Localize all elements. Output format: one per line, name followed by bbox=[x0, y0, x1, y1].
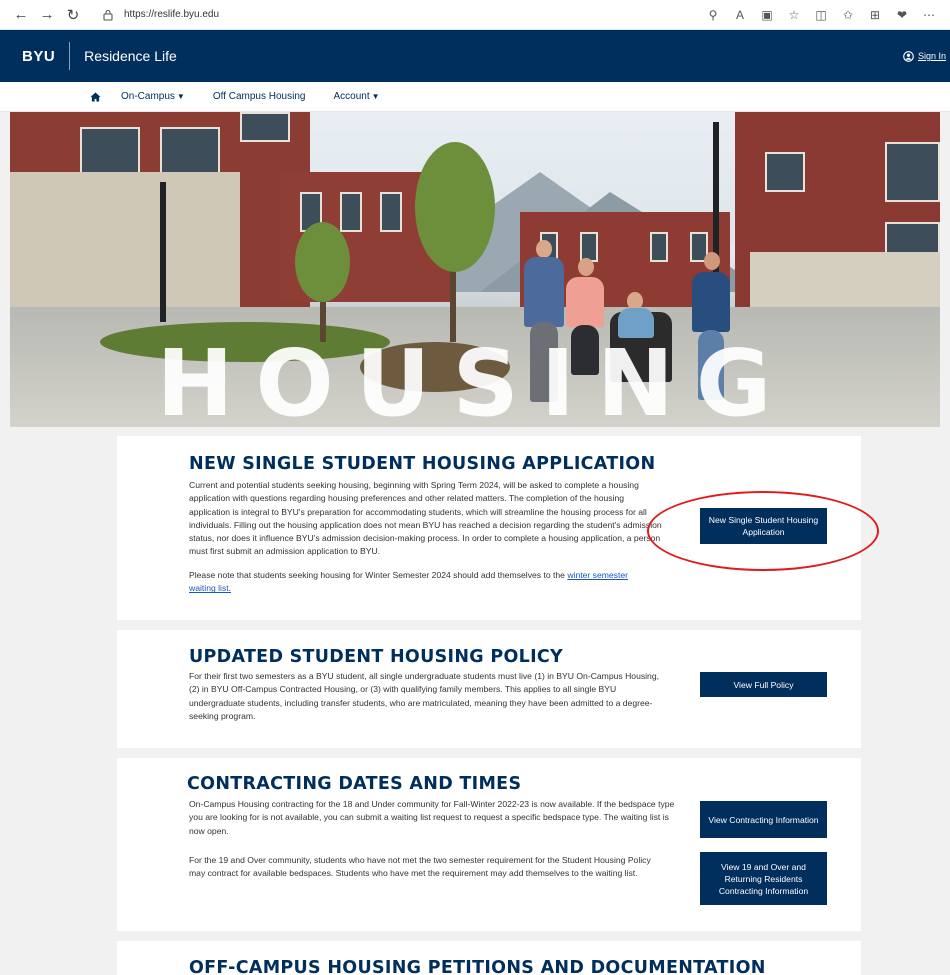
favorite-star-icon[interactable]: ☆ bbox=[783, 4, 805, 26]
hero-person bbox=[524, 257, 564, 327]
hero-person-head bbox=[578, 258, 594, 276]
extension-icon[interactable]: ❤ bbox=[891, 4, 913, 26]
housing-policy-card: UPDATED STUDENT HOUSING POLICY For their… bbox=[117, 630, 861, 748]
address-bar[interactable]: https://reslife.byu.edu bbox=[102, 4, 219, 26]
nav-label: Off Campus Housing bbox=[212, 91, 306, 102]
section-title: OFF-CAMPUS HOUSING PETITIONS AND DOCUMEN… bbox=[189, 958, 766, 975]
hero-person bbox=[566, 277, 604, 327]
split-screen-icon[interactable]: ◫ bbox=[810, 4, 832, 26]
hero-lamp-post bbox=[160, 182, 166, 322]
nav-item-on-campus[interactable]: On-Campus ▼ bbox=[121, 91, 185, 102]
hero-housing-word: HOUSING bbox=[156, 330, 794, 427]
contracting-card: CONTRACTING DATES AND TIMES On-Campus Ho… bbox=[117, 758, 861, 931]
hero-window bbox=[240, 112, 290, 142]
view-19-and-over-contracting-button[interactable]: View 19 and Over and Returning Residents… bbox=[700, 852, 827, 905]
favorites-list-icon[interactable]: ✩ bbox=[837, 4, 859, 26]
refresh-icon[interactable]: ↻ bbox=[62, 4, 84, 26]
hero-window bbox=[80, 127, 140, 177]
hero-person bbox=[692, 272, 730, 332]
main-content: NEW SINGLE STUDENT HOUSING APPLICATION C… bbox=[0, 427, 950, 975]
caret-down-icon: ▼ bbox=[371, 92, 380, 101]
hero-window bbox=[885, 142, 940, 202]
hero-window bbox=[650, 232, 668, 262]
hero-stone-base bbox=[10, 172, 240, 322]
browser-toolbar: ← → ↻ https://reslife.byu.edu ⚲ A ▣ ☆ ◫ … bbox=[0, 0, 950, 30]
section-title: CONTRACTING DATES AND TIMES bbox=[187, 774, 522, 794]
section-title: UPDATED STUDENT HOUSING POLICY bbox=[189, 647, 563, 667]
view-full-policy-button[interactable]: View Full Policy bbox=[700, 672, 827, 697]
nav-label: Account bbox=[333, 91, 370, 102]
sign-in-label: Sign In bbox=[917, 51, 946, 61]
nav-label: On-Campus bbox=[121, 91, 175, 102]
hero-window bbox=[340, 192, 362, 232]
back-arrow-icon[interactable]: ← bbox=[10, 4, 32, 26]
app-icon[interactable]: ▣ bbox=[756, 4, 778, 26]
forward-arrow-icon[interactable]: → bbox=[36, 4, 58, 26]
section-paragraph: For their first two semesters as a BYU s… bbox=[189, 671, 659, 721]
section-paragraph: For the 19 and Over community, students … bbox=[189, 855, 651, 879]
home-icon[interactable] bbox=[90, 91, 101, 102]
section-paragraph: Please note that students seeking housin… bbox=[189, 569, 644, 596]
user-circle-icon bbox=[903, 50, 914, 62]
hero-person-head bbox=[704, 252, 720, 270]
nav-item-account[interactable]: Account ▼ bbox=[333, 91, 379, 102]
hero-window bbox=[160, 127, 220, 177]
more-menu-icon[interactable]: ⋯ bbox=[918, 4, 940, 26]
red-annotation-circle bbox=[647, 491, 879, 571]
petitions-card: OFF-CAMPUS HOUSING PETITIONS AND DOCUMEN… bbox=[117, 941, 861, 975]
hero-window bbox=[380, 192, 402, 232]
read-aloud-icon[interactable]: A bbox=[729, 4, 751, 26]
section-paragraph: Current and potential students seeking h… bbox=[189, 480, 662, 557]
zoom-icon[interactable]: ⚲ bbox=[702, 4, 724, 26]
paragraph-text: Please note that students seeking housin… bbox=[189, 570, 568, 580]
site-header: BYU Residence Life Sign In bbox=[0, 30, 950, 82]
collections-icon[interactable]: ⊞ bbox=[864, 4, 886, 26]
main-nav: On-Campus ▼ Off Campus Housing Account ▼ bbox=[0, 82, 950, 112]
section-paragraph: On-Campus Housing contracting for the 18… bbox=[189, 799, 675, 836]
view-contracting-info-button[interactable]: View Contracting Information bbox=[700, 801, 827, 838]
hero-tree-leaves bbox=[295, 222, 350, 302]
hero-tree-leaves bbox=[415, 142, 495, 272]
caret-down-icon: ▼ bbox=[176, 92, 185, 101]
nav-item-off-campus-housing[interactable]: Off Campus Housing bbox=[213, 91, 306, 102]
site-title[interactable]: Residence Life bbox=[70, 48, 177, 64]
section-title: NEW SINGLE STUDENT HOUSING APPLICATION bbox=[189, 454, 656, 474]
hero-window bbox=[765, 152, 805, 192]
byu-logo[interactable]: BYU bbox=[22, 48, 69, 65]
sign-in-link[interactable]: Sign In bbox=[903, 50, 946, 62]
url-text: https://reslife.byu.edu bbox=[124, 9, 220, 20]
hero-person-head bbox=[536, 240, 552, 258]
lock-icon bbox=[103, 9, 113, 21]
housing-application-card: NEW SINGLE STUDENT HOUSING APPLICATION C… bbox=[117, 436, 879, 620]
hero-image: HOUSING bbox=[10, 112, 940, 427]
